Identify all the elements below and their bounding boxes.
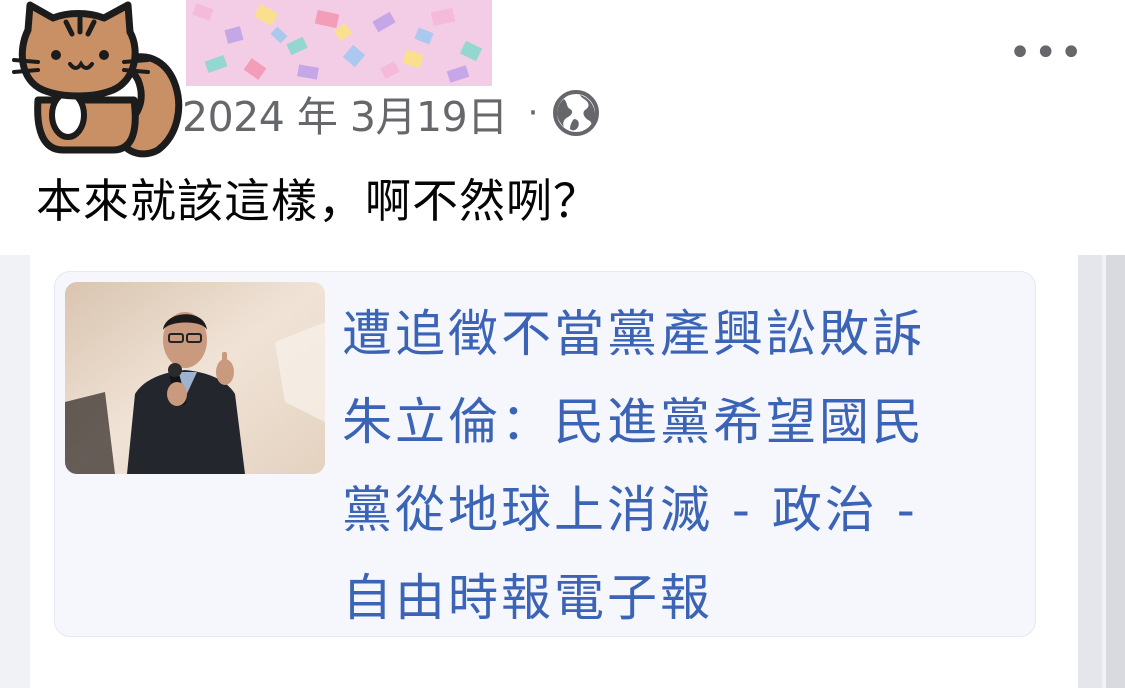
cat-avatar[interactable] [8,0,188,158]
more-options-button[interactable]: ••• [1008,30,1085,76]
post-date[interactable]: 2024 年 3月19日 [182,83,508,143]
scrollbar-edge [1106,255,1125,688]
link-preview-card[interactable]: 遭追徵不當黨產興訟敗訴 朱立倫：民進黨希望國民 黨從地球上消滅 - 政治 - 自… [54,271,1036,637]
scrollbar-track[interactable] [1078,255,1102,688]
globe-icon[interactable] [552,89,600,137]
post-text: 本來就該這樣，啊不然咧？ [36,174,600,228]
article-thumbnail[interactable] [65,282,325,474]
meta-separator: · [527,93,539,133]
article-headline[interactable]: 遭追徵不當黨產興訟敗訴 朱立倫：民進黨希望國民 黨從地球上消滅 - 政治 - 自… [342,290,1027,642]
post-header: 2024 年 3月19日 · ••• 本來就該這樣，啊不然咧？ [0,0,1125,255]
author-name-obscured[interactable] [186,0,492,86]
post-meta: 2024 年 3月19日 · [182,84,600,142]
